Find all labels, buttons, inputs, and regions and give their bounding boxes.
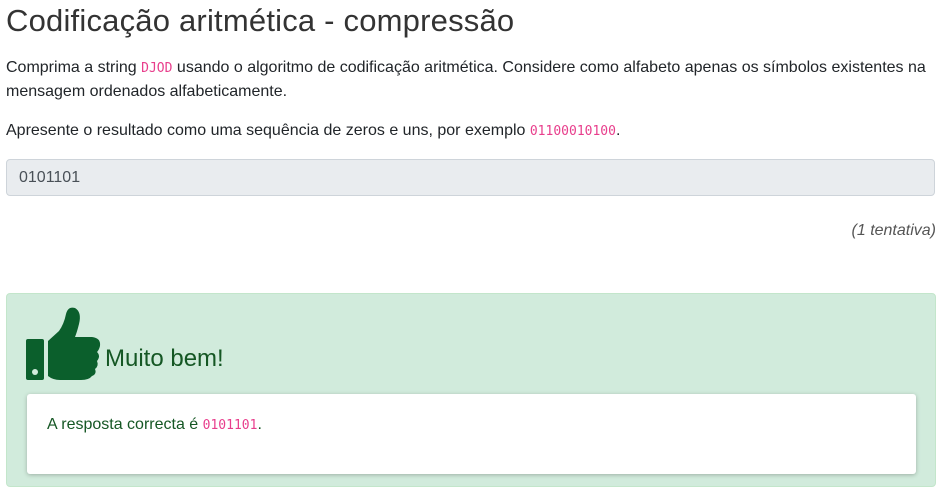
question-instruction: Comprima a string DJOD usando o algoritm… [6,56,931,103]
attempts-count: (1 tentativa) [851,222,936,239]
result-card: A resposta correcta é 0101101. [27,394,916,474]
thumbs-up-icon [26,307,101,380]
success-heading: Muito bem! [105,345,224,372]
format-text-end: . [615,122,621,139]
example-code: 01100010100 [529,124,616,139]
string-code: DJOD [141,61,173,76]
feedback-panel: Muito bem! A resposta correcta é 0101101… [6,293,936,487]
answer-field[interactable]: 0101101 [6,159,935,196]
instruction-text-start: Comprima a string [6,59,142,76]
page-title: Codificação aritmética - compressão [6,3,515,38]
correct-answer-label: A resposta correcta é [47,416,203,433]
answer-format-instruction: Apresente o resultado como uma sequência… [6,119,931,143]
format-text-start: Apresente o resultado como uma sequência… [6,122,530,139]
correct-answer-code: 0101101 [202,418,258,433]
correct-answer-end: . [257,416,262,433]
answer-value: 0101101 [19,168,81,186]
